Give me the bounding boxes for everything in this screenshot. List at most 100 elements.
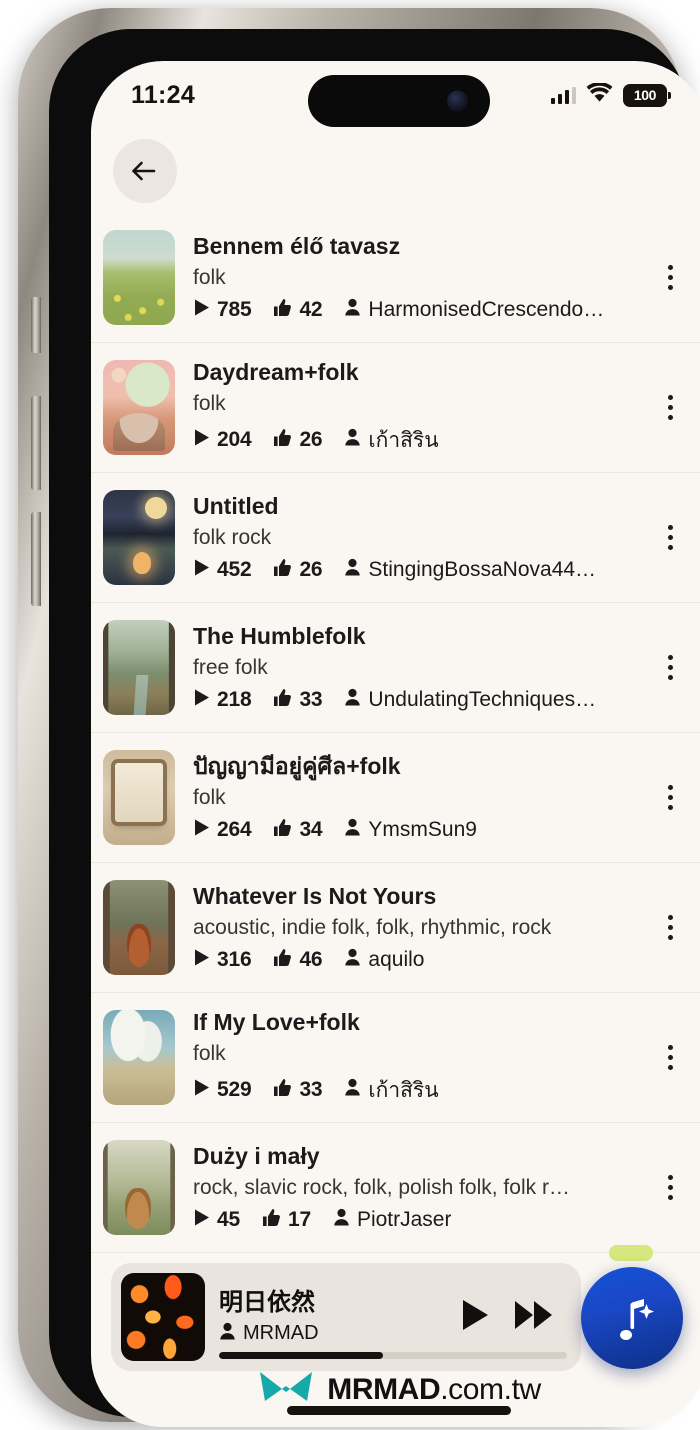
play-count-icon	[193, 1208, 210, 1233]
like-count: 26	[299, 428, 323, 451]
song-row[interactable]: Duży i mały rock, slavic rock, folk, poli…	[91, 1123, 700, 1253]
device-frame: 11:24 100 Bennem élő tavasz folk 785 42 …	[18, 8, 700, 1427]
watermark-domain: .com.tw	[440, 1373, 541, 1406]
song-row[interactable]: The Humblefolk free folk 218 33 UndulatingTe…	[91, 603, 700, 733]
song-genre: acoustic, indie folk, folk, rhythmic, ro…	[193, 915, 552, 939]
song-info: The Humblefolk free folk 218 33 UndulatingTe…	[193, 622, 655, 712]
song-stats: 218 33 UndulatingTechniques…	[193, 688, 649, 713]
device-bezel: 11:24 100 Bennem élő tavasz folk 785 42 …	[49, 29, 700, 1427]
song-overflow-menu-icon[interactable]	[655, 388, 685, 428]
song-row[interactable]: Whatever Is Not Yours acoustic, indie fol…	[91, 863, 700, 993]
song-genre: folk	[193, 265, 226, 289]
like-count-icon	[262, 1208, 281, 1233]
like-count-icon	[273, 298, 292, 323]
like-count: 34	[299, 818, 323, 841]
volume-up-button[interactable]	[31, 396, 41, 490]
uploader-name: เก้าสิริน	[368, 1078, 439, 1102]
battery-icon: 100	[623, 83, 671, 107]
song-artwork	[103, 620, 175, 715]
song-overflow-menu-icon[interactable]	[655, 648, 685, 688]
song-info: Duży i mały rock, slavic rock, folk, poli…	[193, 1142, 655, 1232]
uploader-name: aquilo	[368, 948, 425, 971]
person-icon	[344, 948, 361, 972]
watermark-text: MRMAD.com.tw	[327, 1373, 541, 1407]
song-artwork	[103, 880, 175, 975]
player-artist-name: MRMAD	[243, 1322, 319, 1345]
song-artwork	[103, 1010, 175, 1105]
player-meta: 明日依然 MRMAD	[219, 1273, 449, 1361]
play-count-icon	[193, 688, 210, 713]
play-count: 529	[217, 1078, 252, 1101]
song-artwork	[103, 490, 175, 585]
song-info: ปัญญามีอยู่คู่ศีล+folk folk 264 34 YmsmSun9	[193, 752, 655, 842]
song-row[interactable]: Untitled folk rock 452 26 StingingBossaNova4…	[91, 473, 700, 603]
play-button[interactable]	[459, 1298, 491, 1337]
song-info: If My Love+folk folk 529 33 เก้าสิริน	[193, 1008, 655, 1106]
dynamic-island	[308, 75, 490, 127]
play-count: 204	[217, 428, 252, 451]
song-list[interactable]: Bennem élő tavasz folk 785 42 HarmonisedCres…	[91, 213, 700, 1363]
fast-forward-button[interactable]	[513, 1298, 555, 1337]
mini-player[interactable]: 明日依然 MRMAD	[111, 1263, 581, 1371]
song-genre: rock, slavic rock, folk, polish folk, fo…	[193, 1175, 570, 1199]
play-count-icon	[193, 818, 210, 843]
person-icon	[219, 1322, 236, 1345]
action-button[interactable]	[31, 297, 41, 353]
person-icon	[344, 428, 361, 452]
play-count-icon	[193, 948, 210, 973]
song-title: ปัญญามีอยู่คู่ศีล+folk	[193, 753, 401, 780]
generate-music-fab[interactable]	[581, 1267, 683, 1369]
status-bar-time: 11:24	[131, 80, 196, 109]
song-info: Untitled folk rock 452 26 StingingBossaNova4…	[193, 492, 655, 582]
volume-down-button[interactable]	[31, 512, 41, 606]
like-count: 33	[299, 688, 323, 711]
back-button[interactable]	[113, 139, 177, 203]
music-note-sparkle-icon	[620, 1299, 654, 1340]
song-overflow-menu-icon[interactable]	[655, 778, 685, 818]
song-title: Daydream+folk	[193, 359, 359, 386]
like-count-icon	[273, 948, 292, 973]
person-icon	[344, 1078, 361, 1102]
uploader-name: HarmonisedCrescendo…	[368, 298, 605, 321]
song-row[interactable]: If My Love+folk folk 529 33 เก้าสิริน	[91, 993, 700, 1123]
song-overflow-menu-icon[interactable]	[655, 1168, 685, 1208]
song-genre: folk rock	[193, 525, 272, 549]
song-title: If My Love+folk	[193, 1009, 360, 1036]
like-count-icon	[273, 1078, 292, 1103]
song-row[interactable]: Daydream+folk folk 204 26 เก้าสิริน	[91, 343, 700, 473]
song-overflow-menu-icon[interactable]	[655, 1038, 685, 1078]
player-progress-bar[interactable]	[219, 1352, 567, 1359]
person-icon	[333, 1208, 350, 1232]
song-artwork	[103, 1140, 175, 1235]
uploader-name: PiotrJaser	[356, 1208, 452, 1231]
like-count: 33	[299, 1078, 323, 1101]
uploader-name: UndulatingTechniques…	[368, 688, 597, 711]
like-count: 42	[299, 298, 323, 321]
front-camera-icon	[447, 90, 468, 112]
status-bar-indicators: 100	[550, 81, 671, 108]
home-indicator	[287, 1406, 511, 1415]
song-overflow-menu-icon[interactable]	[655, 908, 685, 948]
play-count: 452	[217, 558, 252, 581]
song-overflow-menu-icon[interactable]	[655, 518, 685, 558]
song-stats: 785 42 HarmonisedCrescendo…	[193, 298, 649, 323]
uploader-name: YmsmSun9	[368, 818, 477, 841]
song-title: Whatever Is Not Yours	[193, 883, 437, 910]
song-stats: 45 17 PiotrJaser	[193, 1208, 649, 1233]
song-row[interactable]: Bennem élő tavasz folk 785 42 HarmonisedCres…	[91, 213, 700, 343]
person-icon	[344, 558, 361, 582]
like-count-icon	[273, 688, 292, 713]
song-stats: 316 46 aquilo	[193, 948, 649, 973]
like-count-icon	[273, 558, 292, 583]
player-artist-row: MRMAD	[219, 1322, 449, 1345]
player-track-title: 明日依然	[219, 1288, 315, 1316]
like-count-icon	[273, 818, 292, 843]
person-icon	[344, 688, 361, 712]
song-info: Whatever Is Not Yours acoustic, indie fol…	[193, 882, 655, 972]
song-row[interactable]: ปัญญามีอยู่คู่ศีล+folk folk 264 34 YmsmSun9	[91, 733, 700, 863]
wifi-icon	[586, 81, 613, 108]
player-artwork	[121, 1273, 205, 1361]
device-screen: 11:24 100 Bennem élő tavasz folk 785 42 …	[91, 61, 700, 1427]
song-overflow-menu-icon[interactable]	[655, 258, 685, 298]
song-info: Bennem élő tavasz folk 785 42 HarmonisedCres…	[193, 232, 655, 322]
